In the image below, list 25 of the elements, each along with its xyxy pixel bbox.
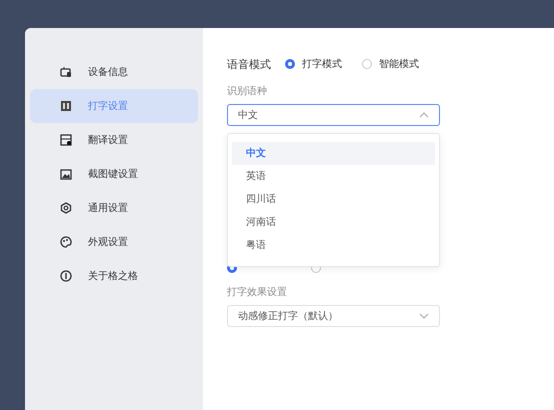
typing-effect-label: 打字效果设置 xyxy=(227,286,288,299)
info-icon xyxy=(60,270,72,282)
sidebar-item[interactable]: 截图键设置 xyxy=(30,157,198,191)
palette-icon xyxy=(60,236,72,248)
chevron-icon xyxy=(419,112,429,118)
typing-effect-select[interactable]: 动感修正打字（默认） xyxy=(227,305,440,327)
sidebar-item[interactable]: 翻译设置 xyxy=(30,123,198,157)
dropdown-option[interactable]: 河南话 xyxy=(232,211,435,234)
chevron-icon xyxy=(419,313,429,319)
sidebar-item[interactable]: 设备信息 xyxy=(30,55,198,89)
voice-mode-label: 语音模式 xyxy=(227,56,271,72)
image-icon xyxy=(60,168,72,180)
radio-option[interactable]: 智能模式 xyxy=(362,57,419,71)
dropdown-option[interactable]: 四川话 xyxy=(232,188,435,211)
dropdown-option[interactable]: 英语 xyxy=(232,165,435,188)
language-select[interactable]: 中文 xyxy=(227,104,440,126)
dropdown-option[interactable]: 粤语 xyxy=(232,234,435,257)
sidebar-item[interactable]: 通用设置 xyxy=(30,191,198,225)
sidebar-item[interactable]: 外观设置 xyxy=(30,225,198,259)
device-icon xyxy=(60,66,72,78)
language-label: 识别语种 xyxy=(227,84,268,98)
dropdown-option[interactable]: 中文 xyxy=(232,142,435,165)
radio-option[interactable]: 打字模式 xyxy=(285,57,342,71)
sidebar-item[interactable]: 关于格之格 xyxy=(30,259,198,293)
gear-icon xyxy=(60,202,72,214)
